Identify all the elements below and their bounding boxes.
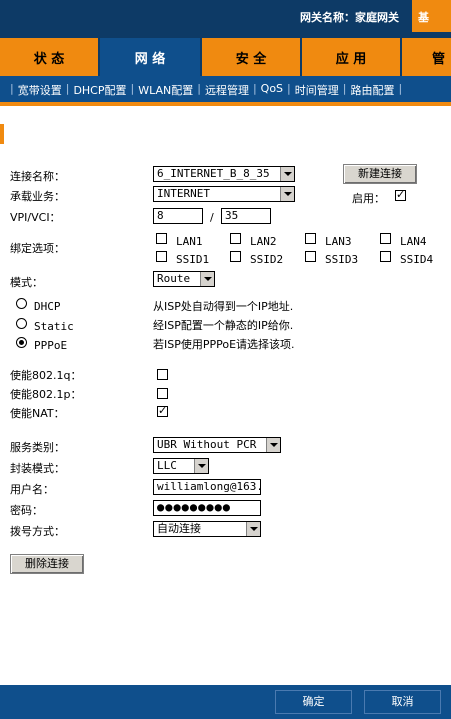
tab-security[interactable]: 安 全 [202, 38, 300, 76]
gateway-name-label: 网关名称：家庭网关 [300, 11, 399, 24]
encap-mode-label: 封装模式： [10, 462, 65, 475]
encap-mode-select[interactable]: LLC [153, 458, 209, 474]
chevron-down-icon [246, 522, 260, 536]
confirm-button[interactable]: 确定 [275, 690, 352, 714]
enable-label: 启用： [352, 192, 385, 205]
cancel-button[interactable]: 取消 [364, 690, 441, 714]
chevron-down-icon [280, 167, 294, 181]
connection-name-select[interactable]: 6_INTERNET_B_8_35 [153, 166, 295, 182]
chevron-down-icon [266, 438, 280, 452]
dhcp-label: DHCP [34, 300, 61, 313]
chevron-down-icon [280, 187, 294, 201]
binding-ssid1-checkbox[interactable] [156, 251, 167, 262]
pppoe-label: PPPoE [34, 339, 68, 352]
binding-lan3-checkbox[interactable] [305, 233, 316, 244]
binding-lan4-label: LAN4 [400, 235, 427, 248]
enable-8021p-label: 使能802.1p： [10, 388, 82, 401]
header-divider [0, 102, 451, 106]
static-description: 经ISP配置一个静态的IP给你. [153, 319, 294, 332]
pppoe-radio[interactable] [16, 337, 27, 348]
dhcp-description: 从ISP处自动得到一个IP地址. [153, 300, 294, 313]
password-label: 密码： [10, 504, 43, 517]
chevron-down-icon [194, 459, 208, 473]
binding-ssid4-checkbox[interactable] [380, 251, 391, 262]
password-input[interactable]: ●●●●●●●●● [153, 500, 261, 516]
section-marker [0, 124, 4, 144]
pppoe-description: 若ISP使用PPPoE请选择该项. [153, 338, 295, 351]
vpi-input[interactable]: 8 [153, 208, 203, 224]
binding-ssid2-checkbox[interactable] [230, 251, 241, 262]
binding-lan2-label: LAN2 [250, 235, 277, 248]
subnav-wlan[interactable]: WLAN配置 [138, 82, 193, 98]
binding-lan4-checkbox[interactable] [380, 233, 391, 244]
service-label: 承载业务： [10, 190, 65, 203]
new-connection-button[interactable]: 新建连接 [343, 164, 417, 184]
tab-network[interactable]: 网 络 [100, 38, 200, 76]
enable-8021q-label: 使能802.1q： [10, 369, 82, 382]
chevron-down-icon [200, 272, 214, 286]
service-type-label: 服务类别： [10, 441, 65, 454]
tab-application[interactable]: 应 用 [302, 38, 400, 76]
subnav-time[interactable]: 时间管理 [295, 82, 339, 98]
binding-lan1-label: LAN1 [176, 235, 203, 248]
username-input[interactable]: williamlong@163. [153, 479, 261, 495]
static-radio[interactable] [16, 318, 27, 329]
binding-ssid2-label: SSID2 [250, 253, 284, 266]
subnav-qos[interactable]: QoS [261, 82, 283, 98]
binding-ssid3-checkbox[interactable] [305, 251, 316, 262]
mode-label: 模式： [10, 276, 43, 289]
sub-nav-list: | 宽带设置 | DHCP配置 | WLAN配置 | 远程管理 | QoS | … [10, 82, 403, 98]
enable-nat-checkbox[interactable] [157, 404, 168, 417]
enable-checkbox[interactable] [395, 188, 406, 201]
subnav-broadband[interactable]: 宽带设置 [18, 82, 62, 98]
subnav-route[interactable]: 路由配置 [350, 82, 394, 98]
username-label: 用户名： [10, 483, 54, 496]
delete-connection-button[interactable]: 删除连接 [10, 554, 84, 574]
service-type-select[interactable]: UBR Without PCR [153, 437, 281, 453]
tab-basic-partial[interactable]: 基 [412, 0, 451, 32]
service-select[interactable]: INTERNET [153, 186, 295, 202]
binding-lan2-checkbox[interactable] [230, 233, 241, 244]
binding-ssid1-label: SSID1 [176, 253, 210, 266]
tab-status[interactable]: 状 态 [0, 38, 98, 76]
dhcp-radio[interactable] [16, 298, 27, 309]
dial-mode-select[interactable]: 自动连接 [153, 521, 261, 537]
vpi-vci-label: VPI/VCI： [10, 211, 61, 224]
subnav-dhcp[interactable]: DHCP配置 [73, 82, 126, 98]
static-label: Static [34, 320, 74, 333]
connection-name-label: 连接名称： [10, 170, 65, 183]
enable-8021p-checkbox[interactable] [157, 388, 168, 399]
tab-management[interactable]: 管 [402, 38, 451, 76]
subnav-remote[interactable]: 远程管理 [205, 82, 249, 98]
dial-mode-label: 拨号方式： [10, 525, 65, 538]
binding-lan3-label: LAN3 [325, 235, 352, 248]
vci-input[interactable]: 35 [221, 208, 271, 224]
binding-lan1-checkbox[interactable] [156, 233, 167, 244]
vpi-vci-separator: / [210, 211, 214, 224]
binding-ssid3-label: SSID3 [325, 253, 359, 266]
enable-8021q-checkbox[interactable] [157, 369, 168, 380]
mode-select[interactable]: Route [153, 271, 215, 287]
binding-label: 绑定选项： [10, 242, 65, 255]
enable-nat-label: 使能NAT： [10, 407, 65, 420]
binding-ssid4-label: SSID4 [400, 253, 434, 266]
